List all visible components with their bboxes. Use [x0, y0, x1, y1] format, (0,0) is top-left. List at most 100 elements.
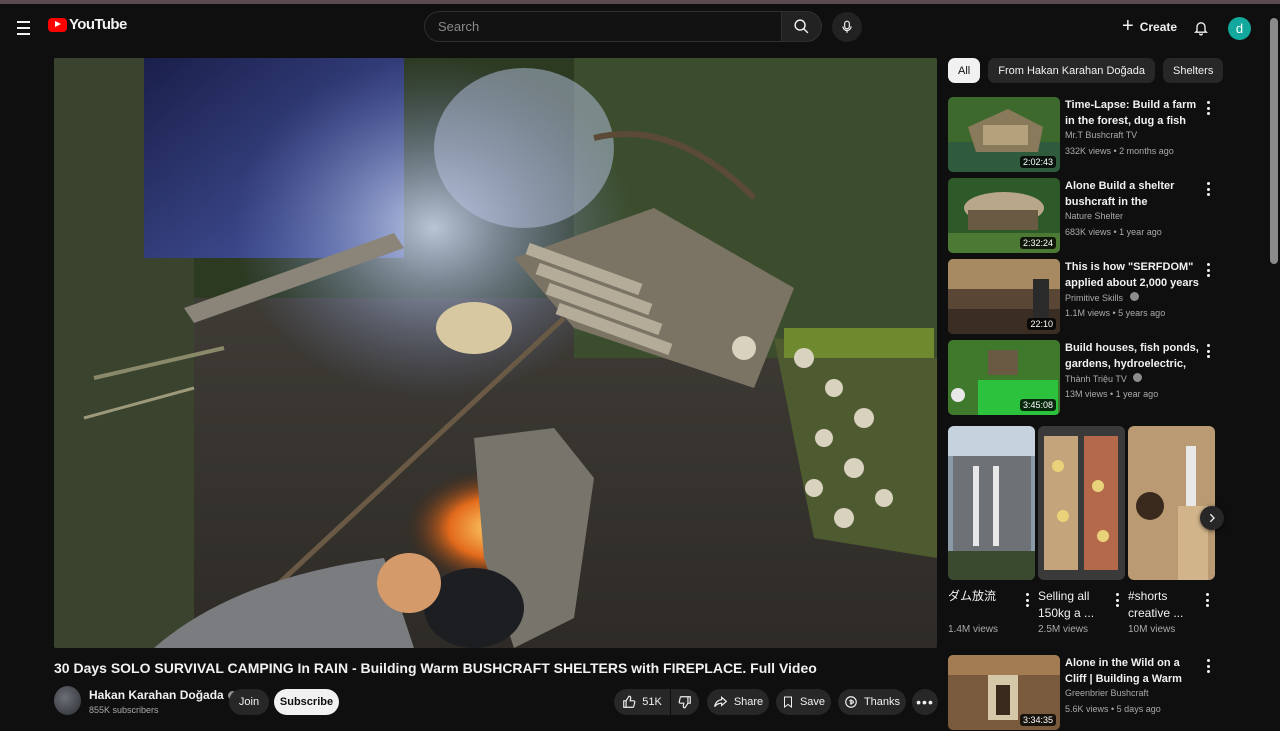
short-views: 2.5M views	[1038, 624, 1089, 635]
thumbs-up-icon	[623, 695, 636, 708]
recommendation-item[interactable]: 3:45:08 Build houses, fish ponds, garden…	[948, 340, 1218, 416]
save-button[interactable]: Save	[776, 689, 831, 715]
more-vertical-icon[interactable]	[1111, 592, 1123, 608]
search-input[interactable]	[425, 12, 781, 41]
channel-name: Mr.T Bushcraft TV	[1065, 130, 1138, 140]
more-horizontal-icon: •••	[916, 694, 934, 710]
chip-all[interactable]: All	[948, 58, 981, 83]
short-title: ダム放流	[948, 589, 997, 603]
more-vertical-icon[interactable]	[1202, 100, 1214, 116]
more-vertical-icon[interactable]	[1202, 343, 1214, 359]
verified-icon	[1129, 292, 1139, 301]
short-views: 1.4M views	[948, 624, 999, 635]
thanks-label: Thanks	[863, 696, 901, 708]
video-thumbnail: 2:32:24	[948, 178, 1060, 253]
subscribe-label: Subscribe	[279, 696, 334, 708]
video-title: 30 Days SOLO SURVIVAL CAMPING In RAIN - …	[54, 660, 817, 676]
chevron-right-icon	[1209, 513, 1215, 523]
short-item[interactable]: Selling all 150kg a ... 2.5M views	[1038, 426, 1125, 635]
bookmark-icon	[783, 696, 792, 708]
video-duration: 3:45:08	[1019, 399, 1056, 411]
video-title: Alone Build a shelter bushcraft in the r…	[1065, 180, 1175, 208]
plus-icon: +	[1122, 14, 1134, 37]
video-thumbnail: 3:45:08	[948, 340, 1060, 415]
youtube-play-icon	[48, 17, 67, 32]
video-meta: 683K views • 1 year ago	[1065, 227, 1162, 237]
short-thumbnail	[948, 426, 1035, 580]
share-label: Share	[733, 696, 764, 708]
video-meta: 5.6K views • 5 days ago	[1065, 704, 1161, 714]
recommendation-item[interactable]: 2:02:43 Time-Lapse: Build a farm in the …	[948, 97, 1218, 173]
more-vertical-icon[interactable]	[1201, 592, 1213, 608]
channel-name: Thành Triệu TV	[1065, 373, 1143, 384]
save-label: Save	[799, 696, 826, 708]
short-title: Selling all 150kg a ...	[1038, 589, 1095, 620]
short-thumbnail	[1038, 426, 1125, 580]
short-item[interactable]: ダム放流 1.4M views	[948, 426, 1035, 635]
channel-name: Hakan Karahan Doğada	[89, 688, 224, 702]
video-title: This is how "SERFDOM" applied about 2,00…	[1065, 261, 1199, 289]
more-actions-button[interactable]: •••	[912, 689, 938, 715]
like-button[interactable]: 51K	[614, 689, 670, 715]
microphone-icon	[842, 20, 852, 33]
channel-name-text: Thành Triệu TV	[1065, 374, 1127, 384]
more-vertical-icon[interactable]	[1202, 658, 1214, 674]
search-button[interactable]	[781, 11, 822, 42]
more-vertical-icon[interactable]	[1202, 262, 1214, 278]
shorts-next-button[interactable]	[1200, 506, 1224, 530]
search-box	[424, 11, 782, 42]
short-title: #shorts creative ...	[1128, 589, 1184, 620]
create-label: Create	[1139, 20, 1178, 34]
notifications-button[interactable]	[1188, 14, 1214, 40]
video-meta: 13M views • 1 year ago	[1065, 389, 1159, 399]
video-duration: 3:34:35	[1019, 714, 1056, 726]
create-button[interactable]: + Create	[1116, 12, 1187, 42]
recommendation-item[interactable]: 22:10 This is how "SERFDOM" applied abou…	[948, 259, 1218, 335]
thumbs-down-icon	[678, 696, 691, 709]
video-duration: 2:02:43	[1019, 156, 1056, 168]
recommendation-item[interactable]: 2:32:24 Alone Build a shelter bushcraft …	[948, 178, 1218, 254]
masthead: YouTube + Create d	[0, 4, 1280, 48]
video-title: Build houses, fish ponds, gardens, hydro…	[1065, 342, 1199, 370]
verified-icon	[1133, 373, 1143, 382]
channel-name: Primitive Skills	[1065, 292, 1139, 303]
video-title: Time-Lapse: Build a farm in the forest, …	[1065, 99, 1197, 127]
video-duration: 2:32:24	[1019, 237, 1056, 249]
join-button[interactable]: Join	[229, 689, 269, 715]
channel-name-text: Primitive Skills	[1065, 293, 1124, 303]
bell-icon	[1194, 21, 1208, 35]
dislike-button[interactable]	[671, 689, 699, 715]
page-scrollbar[interactable]	[1270, 18, 1278, 264]
join-label: Join	[238, 696, 260, 708]
chip-from-channel[interactable]: From Hakan Karahan Doğada	[988, 58, 1155, 83]
like-count: 51K	[642, 696, 662, 708]
short-item[interactable]: #shorts creative ... 10M views	[1128, 426, 1215, 635]
thanks-button[interactable]: Thanks	[838, 689, 906, 715]
video-meta: 1.1M views • 5 years ago	[1065, 308, 1166, 318]
youtube-logo[interactable]: YouTube	[48, 16, 127, 33]
subscribe-button[interactable]: Subscribe	[274, 689, 339, 715]
video-meta: 332K views • 2 months ago	[1065, 146, 1174, 156]
video-title: Alone in the Wild on a Cliff | Building …	[1065, 657, 1182, 685]
more-vertical-icon[interactable]	[1202, 181, 1214, 197]
short-thumbnail	[1128, 426, 1215, 580]
thanks-icon	[845, 696, 857, 708]
share-icon	[713, 696, 728, 708]
channel-avatar[interactable]	[54, 686, 81, 715]
video-duration: 22:10	[1027, 318, 1056, 330]
channel-name-link[interactable]: Hakan Karahan Doğada	[89, 688, 237, 702]
account-avatar[interactable]: d	[1228, 17, 1251, 40]
video-frame-image	[54, 58, 937, 648]
chip-shelters[interactable]: Shelters	[1162, 58, 1224, 83]
recommendation-chips: All From Hakan Karahan Doğada Shelters	[948, 58, 1224, 83]
short-views: 10M views	[1128, 624, 1176, 635]
logo-text: YouTube	[69, 16, 127, 33]
channel-name: Nature Shelter	[1065, 211, 1124, 221]
video-player[interactable]	[54, 58, 937, 648]
search-icon	[794, 19, 809, 34]
channel-name: Greenbrier Bushcraft	[1065, 688, 1149, 698]
voice-search-button[interactable]	[832, 12, 862, 42]
share-button[interactable]: Share	[707, 689, 769, 715]
menu-icon[interactable]	[12, 12, 36, 40]
more-vertical-icon[interactable]	[1021, 592, 1033, 608]
